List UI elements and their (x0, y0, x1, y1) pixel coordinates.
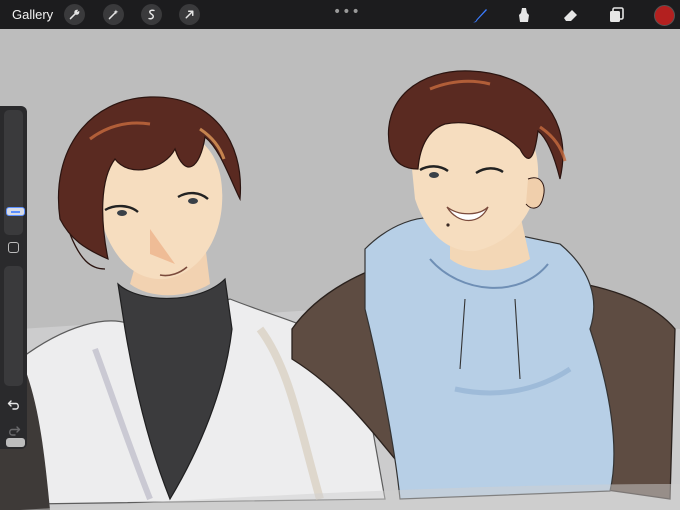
brush-icon[interactable] (469, 4, 491, 26)
smudge-icon[interactable] (513, 4, 535, 26)
brush-sidebar (0, 106, 27, 449)
selection-s-icon[interactable] (141, 4, 162, 25)
top-toolbar: Gallery ••• (0, 0, 680, 29)
transform-arrow-icon[interactable] (179, 4, 200, 25)
color-swatch[interactable] (654, 5, 675, 26)
brush-size-thumb[interactable] (6, 207, 25, 216)
brush-opacity-thumb[interactable] (6, 438, 25, 447)
brush-opacity-slider[interactable] (4, 266, 25, 447)
drawing-canvas[interactable] (0, 29, 680, 510)
redo-icon[interactable] (7, 424, 21, 438)
gallery-button[interactable]: Gallery (12, 7, 53, 22)
brush-size-slider[interactable] (4, 110, 25, 235)
wrench-icon[interactable] (64, 4, 85, 25)
adjustments-wand-icon[interactable] (103, 4, 124, 25)
undo-icon[interactable] (7, 398, 21, 412)
artwork (0, 29, 680, 510)
layers-icon[interactable] (606, 4, 628, 26)
modify-square-icon[interactable] (8, 242, 19, 253)
eraser-icon[interactable] (560, 4, 582, 26)
more-options-icon[interactable]: ••• (333, 4, 361, 20)
